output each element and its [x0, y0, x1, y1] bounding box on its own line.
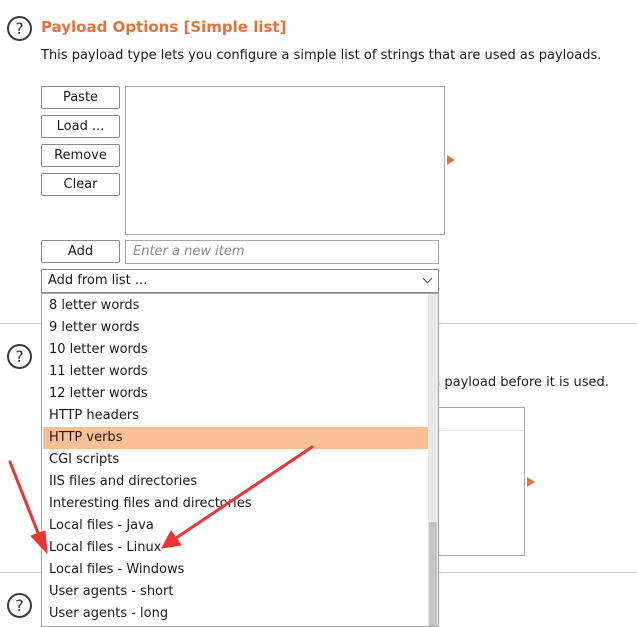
annotation-arrows-icon [8, 445, 314, 555]
